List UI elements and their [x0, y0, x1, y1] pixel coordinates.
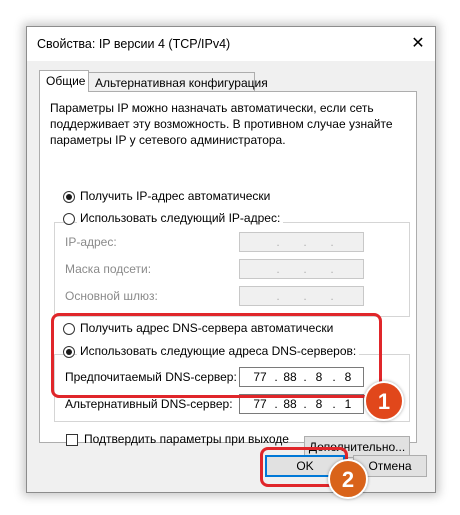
ip-auto-radio[interactable]: [63, 191, 75, 203]
validate-on-exit-checkbox[interactable]: [66, 434, 78, 446]
dialog-window: Свойства: IP версии 4 (TCP/IPv4) ✕ Общие…: [26, 26, 436, 493]
subnet-mask-field[interactable]: ...: [239, 259, 364, 279]
step-badge-1: 1: [364, 381, 404, 421]
title-bar[interactable]: Свойства: IP версии 4 (TCP/IPv4) ✕: [27, 27, 435, 61]
dns-highlight-frame: [51, 313, 382, 398]
ip-manual-label[interactable]: Использовать следующий IP-адрес:: [77, 211, 284, 225]
default-gateway-label: Основной шлюз:: [65, 289, 158, 303]
description-text: Параметры IP можно назначать автоматичес…: [50, 101, 393, 147]
ip-address-field[interactable]: ...: [239, 232, 364, 252]
subnet-mask-label: Маска подсети:: [65, 262, 152, 276]
alternate-dns-octet-2: 88: [283, 397, 297, 411]
close-icon[interactable]: ✕: [407, 33, 429, 55]
ip-address-label: IP-адрес:: [65, 235, 117, 249]
tab-alternative-config[interactable]: Альтернативная конфигурация: [88, 72, 268, 92]
step-badge-2: 2: [328, 459, 368, 499]
validate-on-exit-label[interactable]: Подтвердить параметры при выходе: [84, 432, 289, 446]
alternate-dns-octet-4: 1: [344, 397, 352, 411]
ip-auto-label[interactable]: Получить IP-адрес автоматически: [80, 189, 270, 203]
default-gateway-field[interactable]: ...: [239, 286, 364, 306]
alternate-dns-octet-1: 77: [253, 397, 267, 411]
tab-general[interactable]: Общие: [39, 70, 89, 92]
ip-manual-radio[interactable]: [63, 213, 75, 225]
alternate-dns-octet-3: 8: [315, 397, 323, 411]
window-title: Свойства: IP версии 4 (TCP/IPv4): [37, 37, 231, 51]
alternate-dns-label: Альтернативный DNS-сервер:: [65, 397, 233, 411]
